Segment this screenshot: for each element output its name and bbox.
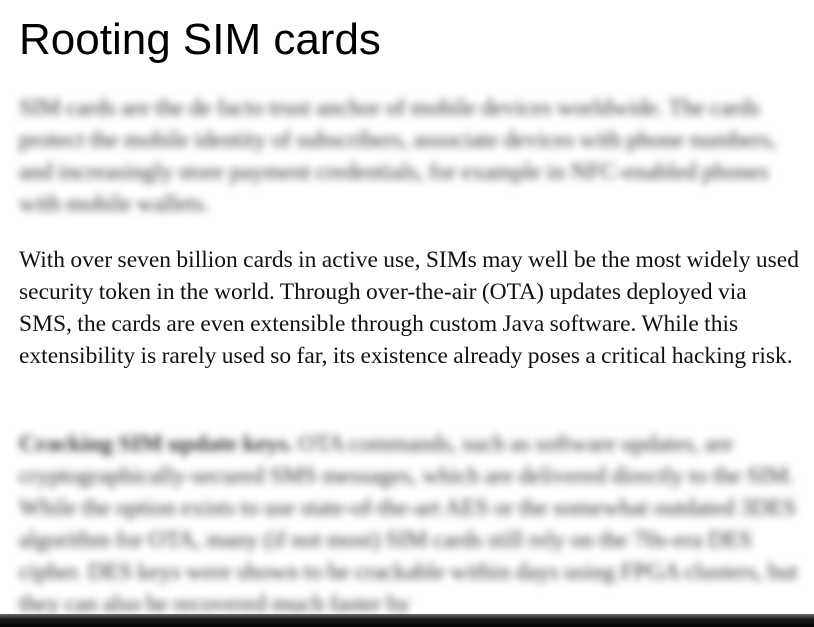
- paragraph-highlighted: With over seven billion cards in active …: [19, 247, 799, 369]
- document-page: Rooting SIM cards SIM cards are the de f…: [0, 0, 814, 627]
- paragraph-body: OTA commands, such as software updates, …: [19, 431, 798, 617]
- page-title: Rooting SIM cards: [19, 15, 381, 64]
- paragraph-cracking-blurred: Cracking SIM update keys. OTA commands, …: [19, 428, 804, 620]
- paragraph-lead-in: Cracking SIM update keys.: [19, 431, 294, 457]
- bottom-edge-bar: [0, 614, 814, 627]
- paragraph-intro-blurred: SIM cards are the de facto trust anchor …: [19, 95, 777, 217]
